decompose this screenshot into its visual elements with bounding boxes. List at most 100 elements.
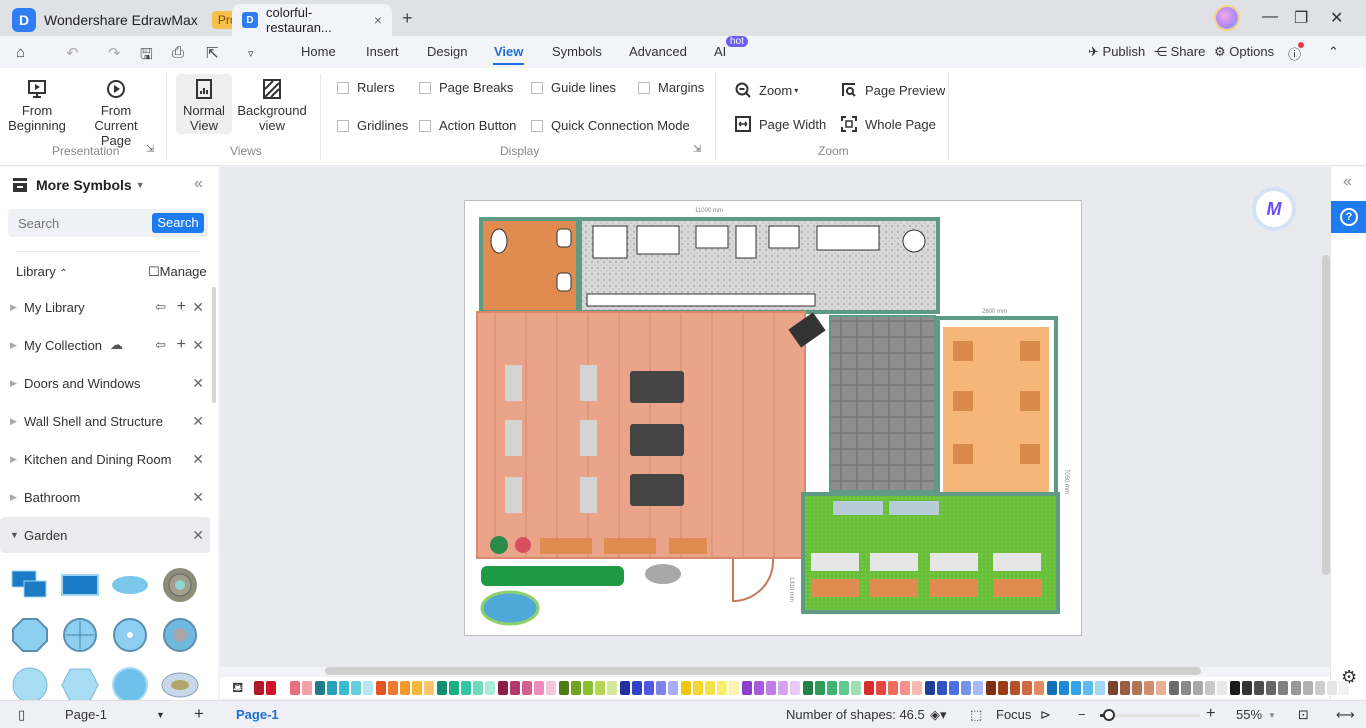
color-swatch[interactable] bbox=[534, 681, 545, 695]
add-icon[interactable]: + bbox=[177, 298, 186, 316]
close-icon[interactable]: ✕ bbox=[192, 451, 204, 468]
color-swatch[interactable] bbox=[1205, 681, 1216, 695]
color-swatch[interactable] bbox=[705, 681, 715, 695]
garden-table[interactable] bbox=[993, 553, 1041, 571]
close-icon[interactable]: ✕ bbox=[192, 413, 204, 430]
page-selector[interactable]: Page-1 bbox=[65, 707, 107, 722]
garden-bench-blue[interactable] bbox=[833, 501, 883, 515]
color-swatch[interactable] bbox=[1180, 681, 1191, 695]
color-swatch[interactable] bbox=[314, 681, 325, 695]
whole-page-button[interactable]: Whole Page bbox=[841, 116, 936, 132]
color-swatch[interactable] bbox=[619, 681, 630, 695]
zoom-dropdown-button[interactable]: Zoom ▾ bbox=[735, 82, 798, 98]
color-swatch[interactable] bbox=[1217, 681, 1228, 695]
drawing-page[interactable]: 11000 mm 2800 mm 7050 mm 1310 mm bbox=[464, 200, 1082, 636]
library-item-my-library[interactable]: ▶ My Library ⇦ + ✕ bbox=[0, 289, 210, 325]
kitchen-counter[interactable] bbox=[586, 293, 816, 307]
garden-table[interactable] bbox=[930, 553, 978, 571]
fit-page-icon[interactable]: ⊡ bbox=[1298, 707, 1309, 723]
color-swatch[interactable] bbox=[1278, 681, 1289, 695]
close-icon[interactable]: ✕ bbox=[192, 337, 204, 354]
rulers-checkbox[interactable]: Rulers bbox=[337, 80, 395, 95]
recycle-bin-red[interactable] bbox=[515, 537, 531, 553]
color-swatch[interactable] bbox=[254, 681, 264, 695]
page-breaks-checkbox[interactable]: Page Breaks bbox=[419, 80, 513, 95]
color-swatch[interactable] bbox=[1132, 681, 1142, 695]
help-icon[interactable]: ⓘ bbox=[1288, 42, 1304, 63]
color-swatch[interactable] bbox=[997, 681, 1008, 695]
color-swatch[interactable] bbox=[766, 681, 776, 695]
color-swatch[interactable] bbox=[1034, 681, 1045, 695]
minimize-button[interactable]: — bbox=[1262, 8, 1278, 26]
color-swatch[interactable] bbox=[485, 681, 496, 695]
shape-circle-fountain-1[interactable] bbox=[60, 617, 100, 653]
zoom-slider[interactable] bbox=[1100, 709, 1200, 721]
color-swatch[interactable] bbox=[644, 681, 654, 695]
page-preview-button[interactable]: Page Preview bbox=[841, 82, 945, 98]
checkbox-box[interactable] bbox=[419, 81, 431, 94]
color-swatch[interactable] bbox=[1302, 681, 1313, 695]
color-swatch[interactable] bbox=[778, 681, 789, 695]
color-swatch[interactable] bbox=[680, 681, 691, 695]
menu-advanced[interactable]: Advanced bbox=[629, 44, 687, 59]
close-tab-icon[interactable]: × bbox=[374, 12, 382, 28]
shape-circle-fountain-2[interactable] bbox=[110, 617, 150, 653]
corridor-paver[interactable] bbox=[829, 315, 936, 492]
garden-bench[interactable] bbox=[930, 579, 978, 597]
garden-bench-blue[interactable] bbox=[889, 501, 939, 515]
color-swatch[interactable] bbox=[351, 681, 362, 695]
add-icon[interactable]: + bbox=[177, 336, 186, 354]
color-swatch[interactable] bbox=[583, 681, 593, 695]
flower-bed[interactable] bbox=[481, 566, 624, 586]
home-icon[interactable]: ⌂ bbox=[16, 44, 25, 61]
recycle-bin-green[interactable] bbox=[490, 536, 508, 554]
color-swatch[interactable] bbox=[1107, 681, 1118, 695]
color-swatch[interactable] bbox=[790, 681, 801, 695]
new-tab-button[interactable]: + bbox=[402, 8, 413, 29]
close-window-button[interactable]: ✕ bbox=[1330, 8, 1343, 28]
color-swatch[interactable] bbox=[1229, 681, 1240, 695]
checkbox-box[interactable] bbox=[337, 119, 349, 132]
library-item-wall-shell-and-structure[interactable]: ▶ Wall Shell and Structure ✕ bbox=[0, 403, 210, 439]
shape-star-fountain[interactable] bbox=[10, 665, 50, 703]
color-swatch[interactable] bbox=[1071, 681, 1081, 695]
color-swatch[interactable] bbox=[1010, 681, 1020, 695]
color-swatch[interactable] bbox=[753, 681, 764, 695]
color-swatch[interactable] bbox=[412, 681, 423, 695]
search-button[interactable]: Search bbox=[152, 213, 204, 233]
import-icon[interactable]: ⇦ bbox=[155, 299, 166, 315]
color-swatch[interactable] bbox=[741, 681, 752, 695]
gridlines-checkbox[interactable]: Gridlines bbox=[337, 118, 408, 133]
color-swatch[interactable] bbox=[473, 681, 484, 695]
color-swatch[interactable] bbox=[1254, 681, 1264, 695]
restaurant-floor-plan[interactable]: 11000 mm 2800 mm 7050 mm 1310 mm bbox=[465, 201, 1083, 637]
document-tab[interactable]: D colorful-restauran... × bbox=[232, 4, 392, 36]
color-swatch[interactable] bbox=[1095, 681, 1106, 695]
color-swatch[interactable] bbox=[656, 681, 667, 695]
close-icon[interactable]: ✕ bbox=[192, 375, 204, 392]
color-swatch[interactable] bbox=[509, 681, 520, 695]
library-item-my-collection[interactable]: ▶ My Collection ☁ ⇦ + ✕ bbox=[0, 327, 210, 363]
color-swatch[interactable] bbox=[290, 681, 301, 695]
garden-table[interactable] bbox=[870, 553, 918, 571]
round-sink[interactable] bbox=[902, 229, 926, 253]
from-current-page-button[interactable]: From Current Page bbox=[78, 78, 154, 148]
color-swatch[interactable] bbox=[546, 681, 557, 695]
page-width-button[interactable]: Page Width bbox=[735, 116, 826, 132]
app-tab[interactable]: D Wondershare EdrawMax Pro bbox=[12, 6, 243, 34]
guide-lines-checkbox[interactable]: Guide lines bbox=[531, 80, 616, 95]
shape-hexagon-fountain[interactable] bbox=[60, 665, 100, 702]
color-swatch[interactable] bbox=[497, 681, 508, 695]
color-swatch[interactable] bbox=[424, 681, 435, 695]
color-swatch[interactable] bbox=[1022, 681, 1033, 695]
menu-home[interactable]: Home bbox=[301, 44, 336, 59]
color-swatch[interactable] bbox=[1156, 681, 1167, 695]
play-presentation-icon[interactable]: ⊳ bbox=[1040, 707, 1051, 723]
color-swatch[interactable] bbox=[961, 681, 972, 695]
focus-label[interactable]: Focus bbox=[996, 707, 1031, 722]
color-swatch[interactable] bbox=[692, 681, 703, 695]
color-swatch[interactable] bbox=[558, 681, 569, 695]
color-swatch[interactable] bbox=[985, 681, 996, 695]
help-button[interactable]: ? bbox=[1331, 201, 1366, 233]
shape-round-fountain[interactable] bbox=[160, 567, 200, 603]
